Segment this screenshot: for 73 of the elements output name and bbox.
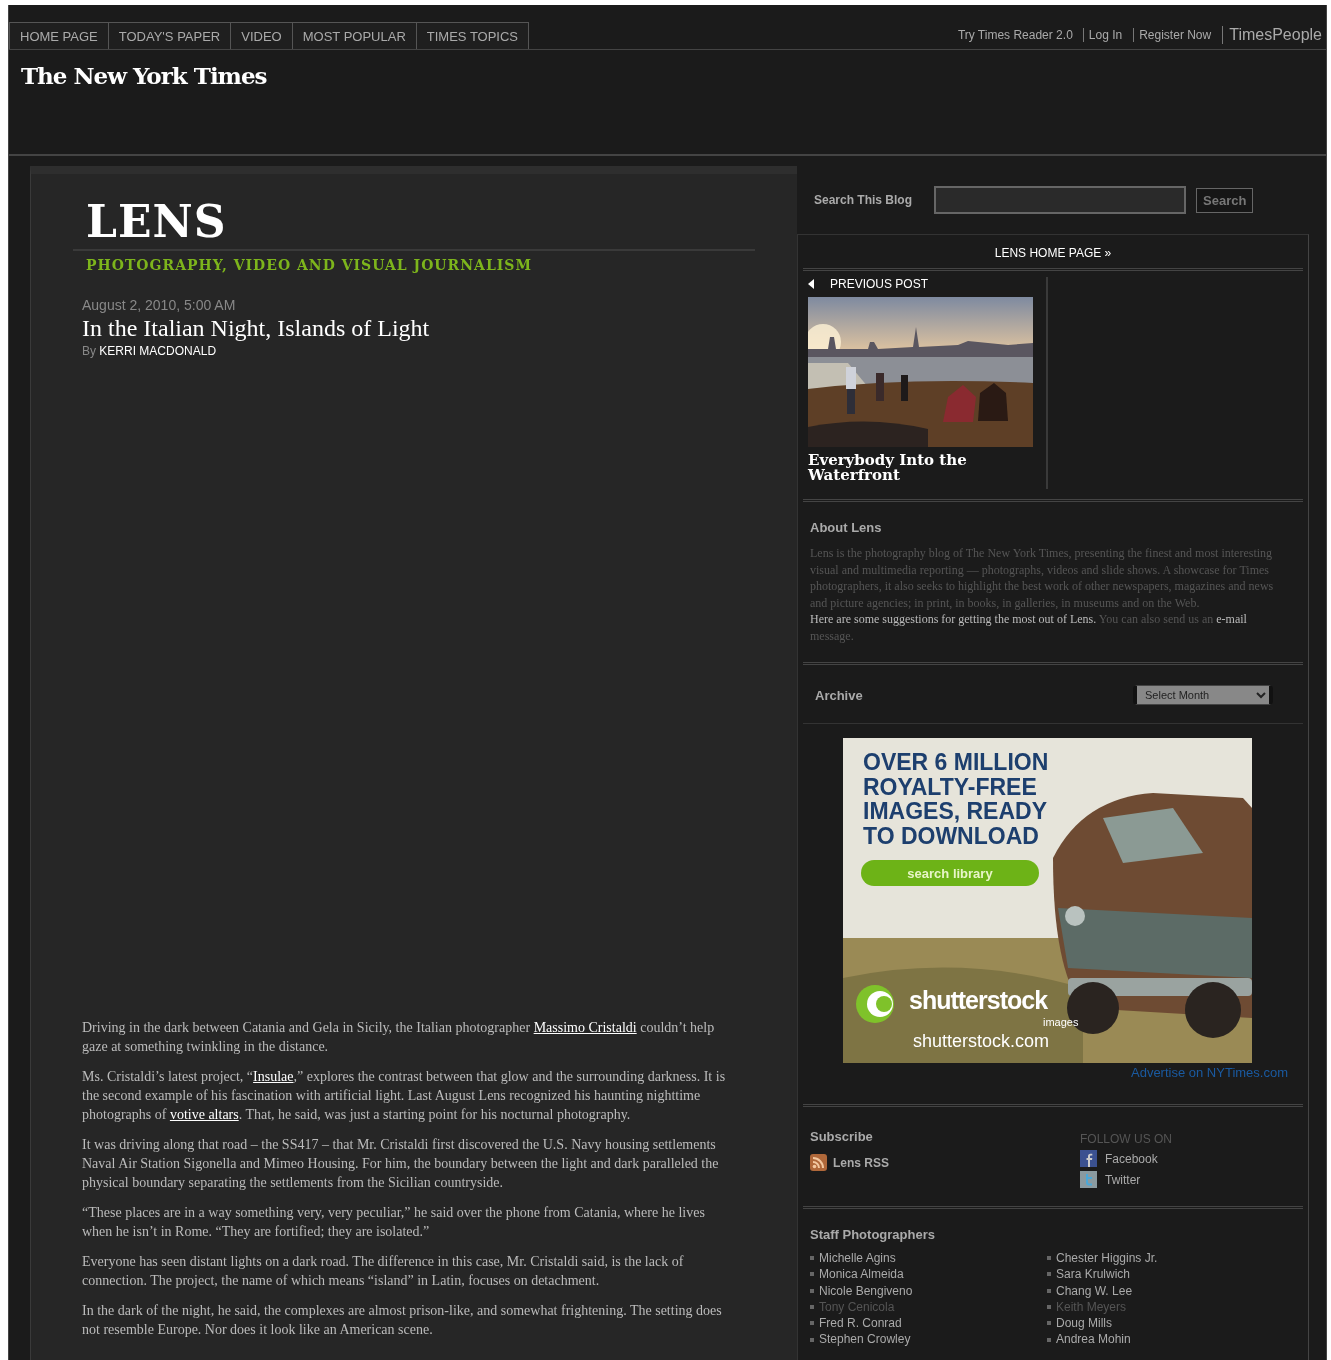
ad-brand: shutterstock <box>909 986 1048 1015</box>
bullet-icon <box>1047 1288 1051 1293</box>
top-link[interactable]: Log In <box>1082 28 1128 42</box>
article-link[interactable]: votive altars <box>169 1107 239 1122</box>
previous-post-label[interactable]: PREVIOUS POST <box>830 277 929 291</box>
facebook-icon <box>1080 1150 1097 1167</box>
photographer-link[interactable]: Fred R. Conrad <box>819 1315 902 1332</box>
photographer-link[interactable]: Andrea Mohin <box>1056 1331 1131 1348</box>
rss-icon <box>810 1154 827 1171</box>
ad-brand-sub: images <box>1043 1016 1079 1028</box>
bullet-icon <box>810 1256 814 1261</box>
nav-tab[interactable]: HOME PAGE <box>9 22 109 49</box>
blog-tagline: PHOTOGRAPHY, VIDEO AND VISUAL JOURNALISM <box>86 257 533 273</box>
photographer-link[interactable]: Chester Higgins Jr. <box>1056 1250 1158 1267</box>
article-paragraph: “These places are in a way something very, very peculiar,” he said over the phone from Catania, where he lives when he isn’t in Rome. “They are fortified; they are isolated.” <box>82 1204 706 1241</box>
social-link[interactable]: Twitter <box>1105 1172 1141 1187</box>
photographer-link[interactable]: Stephen Crowley <box>819 1331 911 1348</box>
bullet-icon <box>810 1272 814 1277</box>
photographer-link[interactable]: Sara Krulwich <box>1056 1266 1131 1283</box>
article-paragraph: In the dark of the night, he said, the complexes are almost prison-like, and somewhat frightening. The setting does not resemble Europe. Nor does it look like an American scene. <box>82 1302 723 1339</box>
section-heading: About Lens <box>810 520 883 535</box>
rss-link[interactable]: Lens RSS <box>833 1155 889 1170</box>
bullet-icon <box>810 1305 814 1310</box>
bullet-icon <box>810 1321 814 1326</box>
ad-url: shutterstock.com <box>913 1031 1050 1052</box>
search-button[interactable]: Search <box>1196 187 1254 213</box>
post-headline: In the Italian Night, Islands of Light <box>82 315 431 342</box>
bullet-icon <box>810 1288 814 1293</box>
article-paragraph: It was driving along that road – the SS417 – that Mr. Cristaldi first discovered the U.S. Navy housing settlements Naval Air Station Sigonella and Mimeo Housing. For him, the boundary between the light and dark paralleled the physical boundary separating the settlements from the Sicilian countryside. <box>82 1136 720 1192</box>
nav-tab[interactable]: TIMES TOPICS <box>415 22 530 49</box>
article-link[interactable]: Massimo Cristaldi <box>533 1020 637 1035</box>
social-link[interactable]: Facebook <box>1105 1151 1158 1166</box>
section-heading: Subscribe <box>810 1129 874 1144</box>
about-link[interactable]: Here are some suggestions for getting the most out of Lens. <box>810 612 1097 626</box>
byline-label: By <box>82 344 96 358</box>
nav-tab[interactable]: TODAY'S PAPER <box>107 22 232 49</box>
section-heading: Staff Photographers <box>810 1227 936 1242</box>
photographer-link[interactable]: Monica Almeida <box>819 1266 904 1283</box>
search-label: Search This Blog <box>814 193 914 207</box>
search-field[interactable] <box>934 186 1186 214</box>
newspaper-logo[interactable]: The New York Times <box>21 62 1314 89</box>
top-link[interactable]: Try Times Reader 2.0 <box>957 28 1073 42</box>
about-link[interactable]: e-mail <box>1216 612 1247 626</box>
post-date: August 2, 2010, 5:00 AM <box>82 297 237 313</box>
bird-icon <box>1080 1171 1097 1188</box>
ad-headline: OVER 6 MILLION ROYALTY-FREE IMAGES, READY TO DOWNLOAD <box>863 750 1050 848</box>
previous-post-title[interactable]: Everybody Into the Waterfront <box>808 453 1046 483</box>
photographer-link[interactable]: Doug Mills <box>1056 1315 1112 1332</box>
bullet-icon <box>1047 1305 1051 1310</box>
bullet-icon <box>1047 1256 1051 1261</box>
author-name: KERRI MACDONALD <box>99 344 217 358</box>
article-paragraph: Driving in the dark between Catania and Gela in Sicily, the Italian photographer Massimo Cristaldi couldn’t help gaze at something twinkling in the distance. <box>82 1019 716 1056</box>
bullet-icon <box>810 1337 814 1342</box>
bullet-icon <box>1047 1337 1051 1342</box>
photographer-link[interactable]: Chang W. Lee <box>1056 1282 1133 1299</box>
follow-heading: FOLLOW US ON <box>1080 1132 1172 1146</box>
photographer-link[interactable]: Nicole Bengiveno <box>819 1282 913 1299</box>
photographer-link[interactable]: Michelle Agins <box>819 1250 896 1267</box>
bullet-icon <box>1047 1272 1051 1277</box>
left-arrow-icon <box>808 279 814 289</box>
article-paragraph: Ms. Cristaldi’s latest project, “Insulae,” explores the contrast between that glow and the surrounding darkness. It is the second example of his fascination with artificial light. Last August Lens recognized his haunting nighttime photographs of votive altars. That, he said, was just a starting point for his nocturnal photography. <box>82 1068 727 1124</box>
blog-title[interactable]: LENS <box>86 196 797 247</box>
month-dropdown[interactable]: Select Month <box>1133 685 1273 705</box>
bullet-icon <box>1047 1321 1051 1326</box>
nav-tab[interactable]: MOST POPULAR <box>291 22 417 49</box>
section-heading: Archive <box>815 687 863 703</box>
top-link[interactable]: TimesPeople <box>1222 26 1322 44</box>
nav-tab[interactable]: VIDEO <box>230 22 293 49</box>
home-link[interactable]: LENS HOME PAGE » <box>798 235 1308 268</box>
top-link[interactable]: Register Now <box>1133 28 1217 42</box>
article-paragraph: Everyone has seen distant lights on a dark road. The difference in this case, Mr. Cristaldi said, is the lack of connection. The project, the name of which means “island” in Latin, focuses on detachment. <box>82 1253 685 1290</box>
article-link[interactable]: Insulae <box>253 1069 294 1084</box>
advertisement[interactable]: OVER 6 MILLION ROYALTY-FREE IMAGES, READY TO DOWNLOAD search library shutterstock images shutterstock.com <box>843 738 1252 1063</box>
